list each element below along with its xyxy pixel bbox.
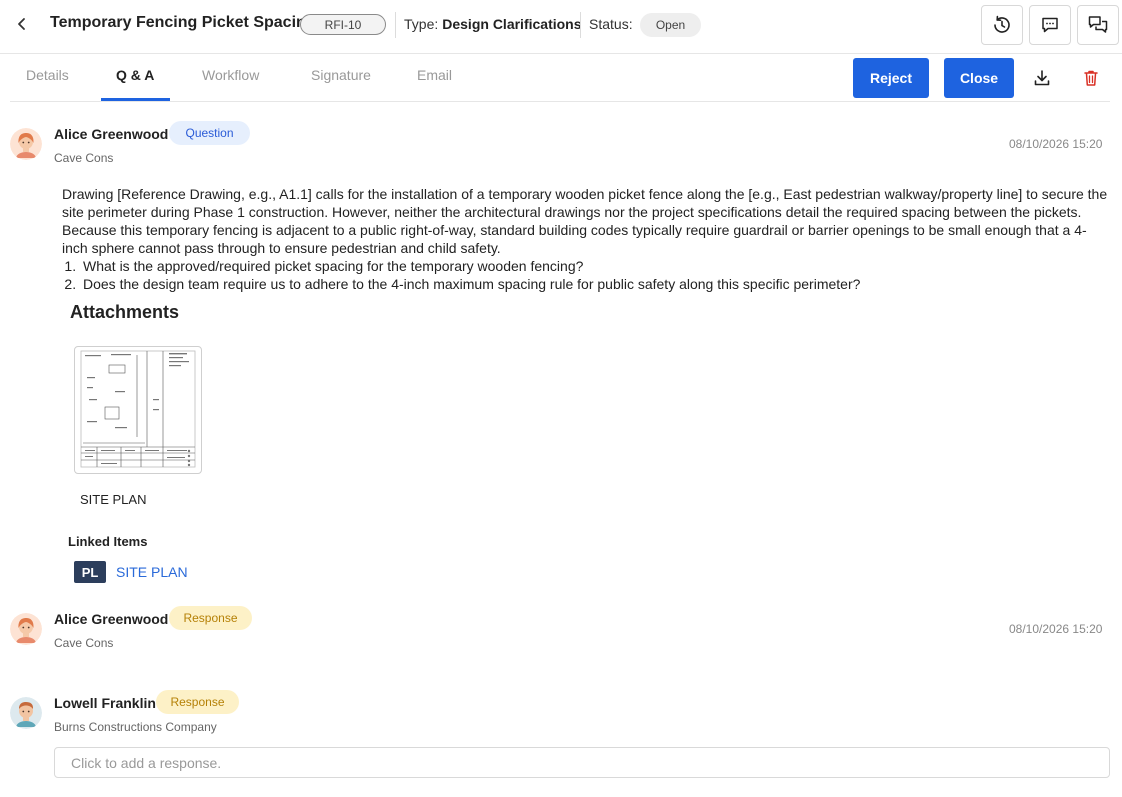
message-timestamp: 08/10/2026 15:20 [1009,137,1103,151]
rfi-id-badge: RFI-10 [300,14,386,35]
trash-icon [1084,70,1098,86]
back-button[interactable] [10,12,34,36]
attachment-name: SITE PLAN [80,492,147,507]
history-icon [994,15,1010,33]
tab-bar: Details Q & A Workflow Signature Email R… [10,54,1110,102]
status-label: Status: [589,16,633,32]
site-plan-preview [80,350,196,468]
avatar [10,128,42,160]
download-icon [1034,70,1050,86]
author-company: Cave Cons [54,636,114,650]
author-company: Cave Cons [54,151,114,165]
attachment-thumbnail[interactable] [74,346,202,474]
tab-qa[interactable]: Q & A [116,67,154,83]
page-title: Temporary Fencing Picket Spacing [50,14,316,31]
author-name: Alice Greenwood [54,126,169,142]
linked-item-type-badge: PL [74,561,106,583]
chat-bubbles-icon [1088,16,1108,33]
status-badge: Open [640,13,701,37]
list-item: What is the approved/required picket spa… [80,257,1112,275]
question-badge: Question [169,121,250,145]
avatar [10,613,42,645]
active-tab-indicator [101,98,170,101]
question-list: What is the approved/required picket spa… [62,257,1112,293]
type-field: Type: Design Clarifications [404,16,582,32]
avatar [10,697,42,729]
divider [580,12,581,38]
response-badge: Response [156,690,239,714]
author-name: Alice Greenwood [54,611,169,627]
response-input[interactable] [54,747,1110,778]
type-value: Design Clarifications [442,16,582,32]
question-body: Drawing [Reference Drawing, e.g., A1.1] … [62,185,1112,293]
list-item: Does the design team require us to adher… [80,275,1112,293]
question-text: Drawing [Reference Drawing, e.g., A1.1] … [62,186,1108,256]
tab-signature[interactable]: Signature [311,67,371,83]
author-company: Burns Constructions Company [54,720,217,734]
tab-details[interactable]: Details [26,67,69,83]
linked-items-heading: Linked Items [68,534,148,549]
rfi-header: Temporary Fencing Picket Spacing RFI-10 … [0,0,1122,54]
chevron-left-icon [18,18,25,30]
message-timestamp: 08/10/2026 15:20 [1009,622,1103,636]
reject-button[interactable]: Reject [853,58,929,98]
attachments-heading: Attachments [70,302,180,322]
history-button[interactable] [981,5,1023,45]
linked-item-link[interactable]: SITE PLAN [116,564,188,580]
download-button[interactable] [1031,67,1053,89]
response-badge: Response [169,606,252,630]
type-label: Type: [404,16,439,32]
comment-button[interactable] [1029,5,1071,45]
tab-email[interactable]: Email [417,67,452,83]
tab-workflow[interactable]: Workflow [202,67,259,83]
delete-button[interactable] [1080,67,1102,89]
conversation-button[interactable] [1077,5,1119,45]
author-name: Lowell Franklin [54,695,156,711]
close-button[interactable]: Close [944,58,1014,98]
divider [395,12,396,38]
comment-icon [1042,17,1058,33]
